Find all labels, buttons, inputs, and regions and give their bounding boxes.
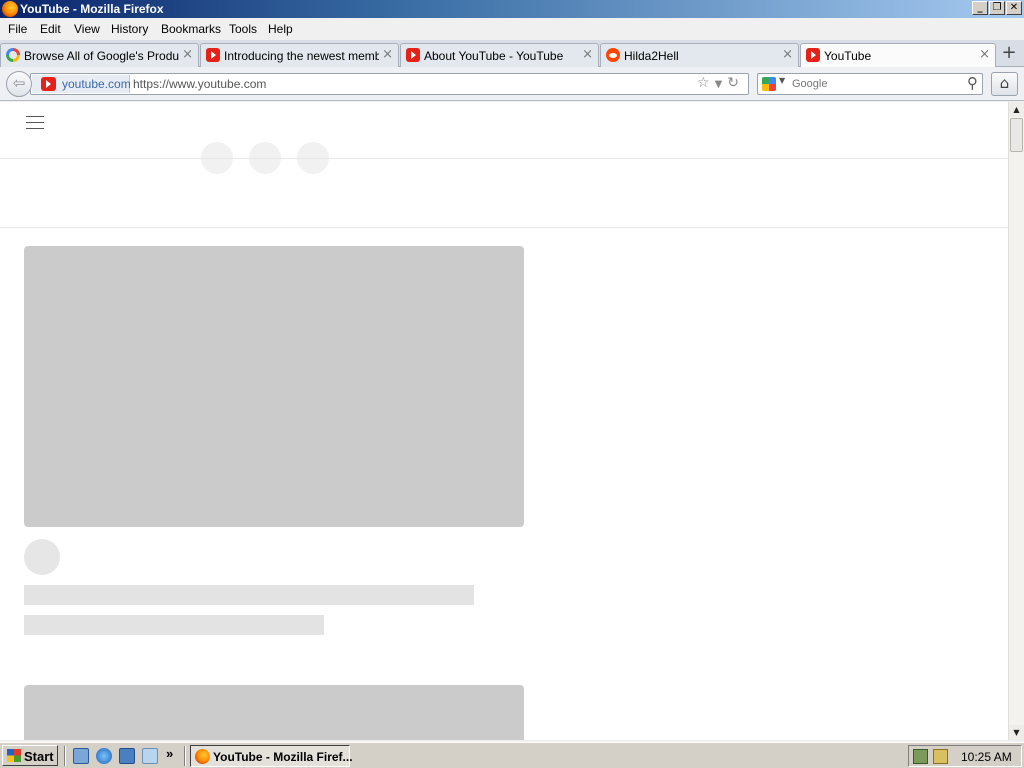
- site-identity-label: youtube.com: [62, 77, 131, 91]
- quicklaunch-overflow-icon[interactable]: »: [166, 747, 178, 764]
- internet-explorer-icon[interactable]: [96, 748, 112, 764]
- search-bar[interactable]: ▼ Google ⚲: [757, 73, 983, 95]
- back-button[interactable]: ⇦: [6, 71, 32, 97]
- browser-window: YouTube - Mozilla Firefox _ ❐ ✕ File Edi…: [0, 0, 1024, 742]
- taskbar-clock[interactable]: 10:25 AM: [961, 750, 1012, 764]
- site-identity-button[interactable]: youtube.com: [32, 75, 131, 93]
- dropdown-arrow-icon[interactable]: ▼: [715, 79, 728, 90]
- close-tab-icon[interactable]: ×: [582, 47, 593, 62]
- skeleton-title-line: [24, 585, 474, 605]
- engine-dropdown-icon[interactable]: ▼: [779, 76, 785, 85]
- close-tab-icon[interactable]: ×: [979, 47, 990, 62]
- google-search-engine-icon[interactable]: [762, 77, 776, 91]
- taskbar-firefox-button[interactable]: YouTube - Mozilla Firef...: [190, 745, 353, 767]
- skeleton-meta-line: [24, 615, 324, 635]
- network-icon[interactable]: [913, 749, 928, 764]
- firefox-icon[interactable]: [2, 1, 18, 17]
- tab-label: About YouTube - YouTube: [424, 49, 564, 63]
- youtube-icon: [41, 77, 56, 91]
- taskbar-separator: [64, 746, 66, 766]
- tab-label: Introducing the newest memb...: [224, 49, 379, 63]
- google-icon: [6, 48, 20, 62]
- outlook-express-icon[interactable]: [119, 748, 135, 764]
- search-magnifier-icon[interactable]: ⚲: [967, 74, 978, 92]
- tab-youtube-active[interactable]: YouTube ×: [800, 43, 996, 68]
- menu-history[interactable]: History: [111, 22, 148, 36]
- bookmark-star-icon[interactable]: ☆: [697, 75, 715, 91]
- tab-google-products[interactable]: Browse All of Google's Product... ×: [0, 43, 199, 67]
- menu-bookmarks[interactable]: Bookmarks: [161, 22, 221, 36]
- home-button[interactable]: ⌂: [991, 72, 1018, 96]
- url-bar[interactable]: youtube.com https://www.youtube.com ☆▼↻: [30, 73, 749, 95]
- search-input[interactable]: Google: [792, 78, 827, 90]
- vertical-scrollbar[interactable]: ▲ ▼: [1008, 102, 1024, 740]
- show-desktop-icon[interactable]: [73, 748, 89, 764]
- reload-icon[interactable]: ↻: [727, 75, 744, 91]
- navigation-bar: youtube.com https://www.youtube.com ☆▼↻ …: [0, 67, 1024, 101]
- section-divider: [0, 227, 1008, 228]
- minimize-button[interactable]: _: [972, 1, 988, 15]
- skeleton-channel-avatar: [24, 539, 60, 575]
- search-tool-icon[interactable]: [142, 748, 158, 764]
- close-tab-icon[interactable]: ×: [782, 47, 793, 62]
- close-tab-icon[interactable]: ×: [382, 47, 393, 62]
- maximize-button[interactable]: ❐: [989, 1, 1005, 15]
- menu-file[interactable]: File: [8, 22, 27, 36]
- start-button[interactable]: Start: [2, 745, 58, 766]
- menu-help[interactable]: Help: [268, 22, 293, 36]
- reddit-icon: [606, 48, 620, 62]
- tab-strip: Browse All of Google's Product... × Intr…: [0, 40, 1024, 68]
- scroll-down-icon[interactable]: ▼: [1009, 725, 1024, 740]
- menu-hamburger-icon[interactable]: [26, 114, 46, 130]
- menu-edit[interactable]: Edit: [40, 22, 61, 36]
- title-bar[interactable]: YouTube - Mozilla Firefox _ ❐ ✕: [0, 0, 1024, 18]
- close-button[interactable]: ✕: [1006, 1, 1022, 15]
- system-tray: 10:25 AM: [908, 745, 1022, 767]
- header-divider: [0, 158, 1008, 159]
- menu-view[interactable]: View: [74, 22, 100, 36]
- close-tab-icon[interactable]: ×: [182, 47, 193, 62]
- youtube-icon: [806, 48, 820, 62]
- taskbar-firefox-label: YouTube - Mozilla Firef...: [213, 750, 353, 764]
- url-text[interactable]: https://www.youtube.com: [133, 77, 266, 91]
- new-tab-button[interactable]: +: [996, 42, 1022, 65]
- scroll-up-icon[interactable]: ▲: [1009, 102, 1024, 117]
- menu-bar: File Edit View History Bookmarks Tools H…: [0, 18, 1024, 40]
- windows-logo-icon: [7, 749, 21, 762]
- taskbar: Start » YouTube - Mozilla Firef... 10:25…: [0, 742, 1024, 768]
- youtube-icon: [406, 48, 420, 62]
- tab-hilda2hell[interactable]: Hilda2Hell ×: [600, 43, 799, 67]
- menu-tools[interactable]: Tools: [229, 22, 257, 36]
- tab-label: YouTube: [824, 49, 872, 63]
- skeleton-video-thumbnail: [24, 246, 524, 527]
- url-bar-actions: ☆▼↻: [697, 75, 744, 91]
- tab-label: Browse All of Google's Product...: [24, 49, 179, 63]
- tab-label: Hilda2Hell: [624, 49, 679, 63]
- scrollbar-thumb[interactable]: [1010, 118, 1023, 152]
- youtube-icon: [206, 48, 220, 62]
- tab-introducing[interactable]: Introducing the newest memb... ×: [200, 43, 399, 67]
- firefox-icon: [195, 749, 210, 764]
- tray-utility-icon[interactable]: [933, 749, 948, 764]
- page-content: [0, 102, 1008, 740]
- tab-about-youtube[interactable]: About YouTube - YouTube ×: [400, 43, 599, 67]
- taskbar-separator: [184, 746, 186, 766]
- window-title: YouTube - Mozilla Firefox: [20, 2, 164, 16]
- start-label: Start: [24, 749, 54, 764]
- skeleton-video-thumbnail: [24, 685, 524, 740]
